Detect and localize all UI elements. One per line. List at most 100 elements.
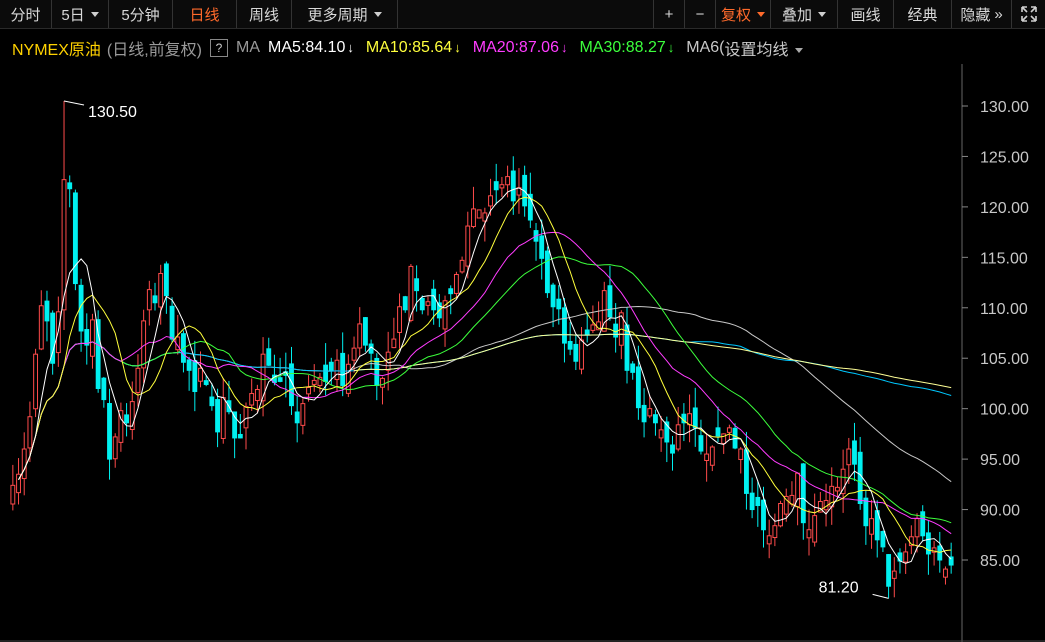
candle-up — [471, 208, 476, 228]
candle-down — [863, 497, 869, 527]
y-tick-label: 125.00 — [980, 149, 1029, 166]
candle-up — [397, 306, 402, 333]
candle-up — [334, 359, 340, 381]
candle-up — [709, 446, 715, 466]
period-button-1[interactable]: 5日 — [52, 0, 109, 28]
candle-down — [67, 182, 73, 190]
period-button-label: 更多周期 — [307, 6, 368, 24]
candle-up — [10, 484, 16, 505]
candle-up — [465, 225, 471, 267]
candle-up — [675, 424, 681, 450]
candle-up — [220, 397, 226, 439]
candle-up — [488, 195, 493, 207]
candle-up — [772, 525, 778, 539]
candle-down — [266, 348, 272, 366]
candle-up — [38, 305, 44, 350]
ma-label: MA — [236, 39, 261, 56]
help-icon[interactable]: ? — [210, 39, 229, 57]
tool-button-label: 叠加 — [781, 6, 812, 24]
tool-button-3[interactable]: 叠加 — [771, 0, 838, 28]
candle-down — [653, 414, 658, 424]
tool-button-1[interactable]: − — [685, 0, 716, 28]
candlestick-chart[interactable]: 130.00 125.00 120.00 115.00 110.00 105.00 100.… — [0, 64, 1045, 642]
tool-button-label: + — [664, 5, 674, 23]
ma-value-0: MA5:84.10 ↓ — [268, 39, 354, 56]
candle-up — [914, 518, 920, 538]
chevron-down-icon — [794, 48, 803, 54]
high-marker-line — [63, 100, 85, 106]
tool-button-5[interactable]: 经典 — [894, 0, 952, 28]
candle-down — [857, 451, 863, 505]
candle-down — [277, 377, 283, 382]
candle-down — [607, 285, 613, 318]
chevron-down-icon — [818, 11, 826, 17]
candle-up — [391, 338, 397, 349]
candle-up — [135, 367, 141, 393]
period-button-2[interactable]: 5分钟 — [109, 0, 173, 28]
candle-down — [886, 554, 892, 587]
tool-button-0[interactable]: + — [654, 0, 685, 28]
candle-down — [544, 250, 550, 294]
tool-button-label: 经典 — [907, 6, 938, 24]
candle-down — [152, 295, 158, 304]
candle-down — [107, 403, 112, 460]
candle-up — [198, 367, 203, 382]
ma120-line — [35, 333, 952, 437]
chevron-down-icon — [90, 11, 99, 17]
candle-down — [186, 359, 192, 371]
y-tick-label: 120.00 — [980, 200, 1029, 217]
period-button-0[interactable]: 分时 — [0, 0, 52, 28]
candle-up — [459, 259, 465, 273]
tool-button-6[interactable]: 隐藏» — [952, 0, 1012, 28]
candle-up — [903, 551, 909, 563]
candle-down — [101, 377, 107, 401]
candle-down — [573, 343, 579, 362]
candle-up — [658, 429, 664, 439]
candle-down — [209, 396, 215, 407]
tool-button-label: − — [695, 5, 705, 23]
tool-button-label: 画线 — [850, 6, 881, 24]
candle-up — [90, 319, 95, 357]
candle-down — [44, 300, 50, 322]
candle-up — [590, 324, 596, 331]
tool-button-label: 复权 — [720, 6, 751, 24]
candle-up — [158, 272, 164, 308]
period-button-4[interactable]: 周线 — [237, 0, 292, 28]
candle-down — [550, 284, 556, 308]
candle-down — [630, 363, 636, 373]
ma5-line — [18, 187, 952, 564]
period-button-label: 分时 — [10, 6, 41, 24]
candle-down — [670, 444, 675, 454]
candle-down — [584, 329, 590, 336]
candle-up — [766, 535, 772, 545]
ma-setting-button[interactable]: 设置均线 — [724, 37, 803, 59]
ma-value-2: MA20:87.06 ↓ — [473, 39, 568, 56]
period-button-label: 日线 — [189, 6, 220, 24]
candle-down — [920, 511, 926, 537]
candle-up — [726, 427, 732, 433]
candle-up — [254, 388, 260, 402]
candle-down — [215, 399, 220, 433]
candle-up — [306, 386, 311, 395]
tool-button-4[interactable]: 画线 — [838, 0, 894, 28]
down-arrow-icon: ↓ — [560, 40, 568, 55]
period-button-5[interactable]: 更多周期 — [292, 0, 398, 28]
candle-down — [556, 298, 562, 310]
ma-value-3: MA30:88.27 ↓ — [579, 39, 674, 56]
ma10-line — [18, 196, 952, 553]
candle-down — [328, 361, 334, 371]
period-button-3[interactable]: 日线 — [173, 0, 237, 28]
candle-up — [738, 448, 744, 461]
fullscreen-icon[interactable] — [1012, 0, 1045, 28]
candle-up — [357, 323, 363, 349]
candle-up — [112, 436, 118, 460]
candle-down — [937, 545, 943, 561]
candle-down — [237, 433, 243, 439]
candle-down — [232, 411, 238, 439]
y-tick-label: 110.00 — [980, 301, 1028, 318]
candle-down — [692, 407, 698, 429]
tool-button-2[interactable]: 复权 — [716, 0, 771, 28]
toolbar: 分时 5日 5分钟 日线 周线 更多周期 + − 复权 叠加 画线 经典 隐藏» — [0, 0, 1045, 29]
candle-up — [27, 416, 33, 449]
candle-up — [453, 273, 459, 294]
